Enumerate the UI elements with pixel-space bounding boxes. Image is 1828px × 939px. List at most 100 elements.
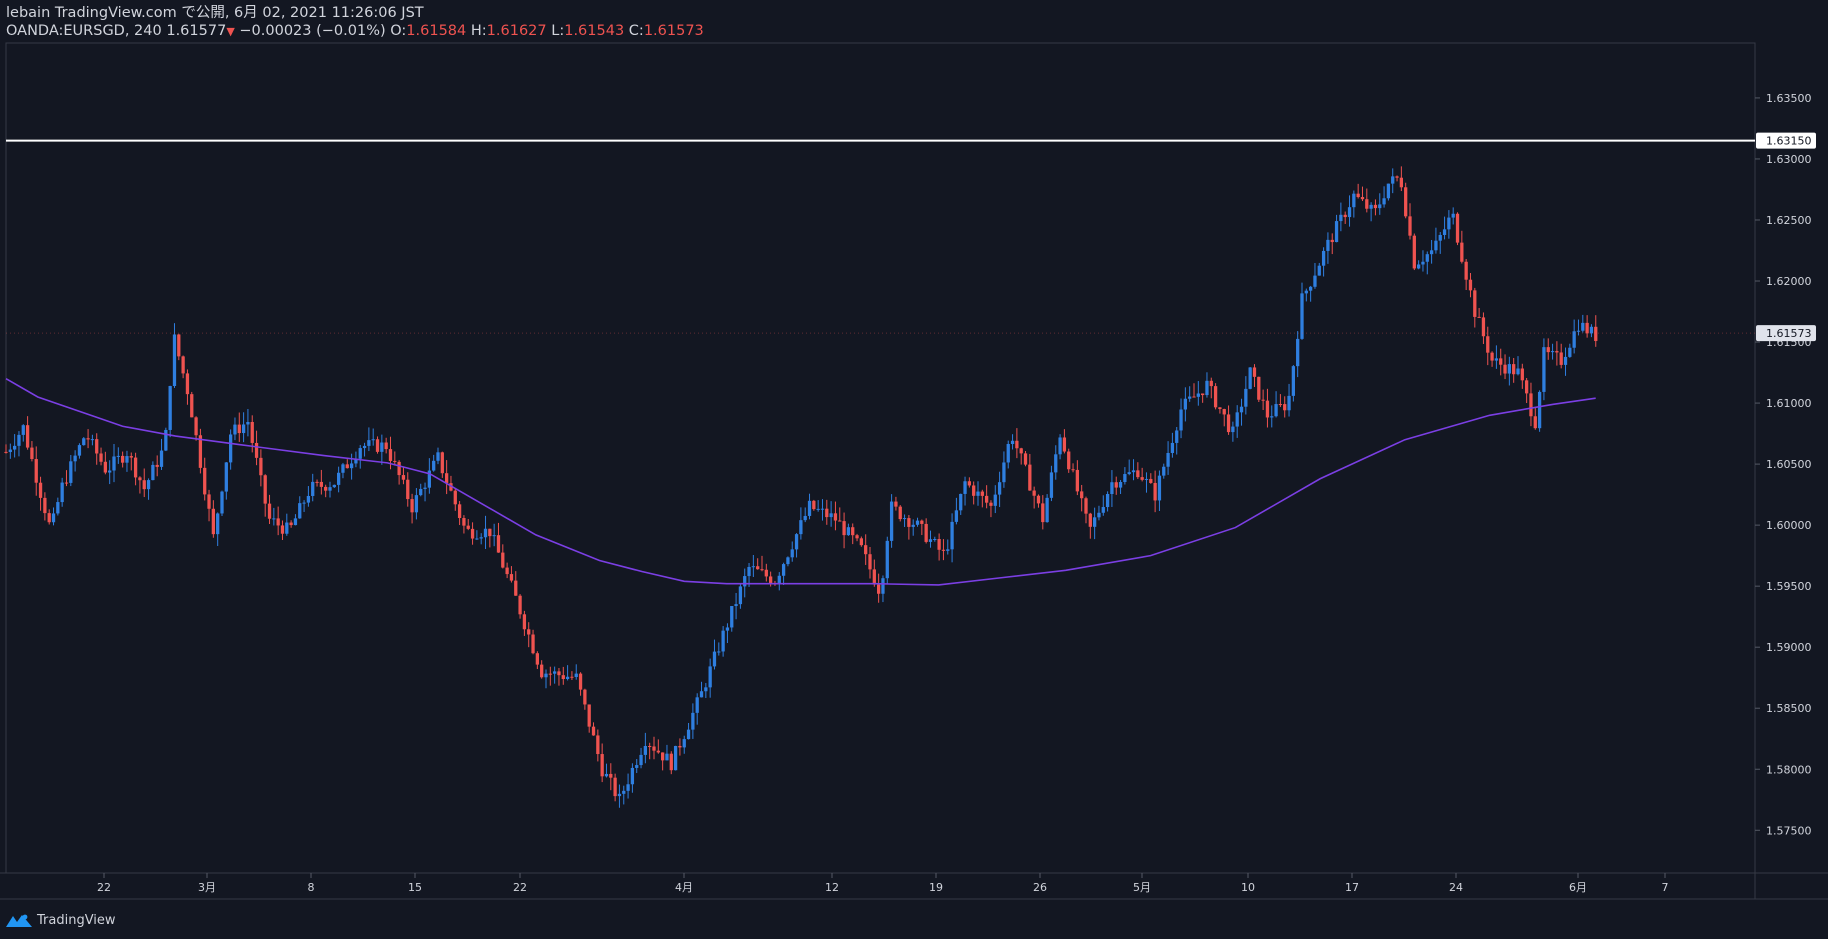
candle [989,500,993,518]
candle [1537,390,1542,432]
candle-body [717,651,721,653]
candle-body [665,753,669,761]
candle [453,488,457,511]
candle [401,466,406,485]
candle [324,484,328,498]
candle [833,501,838,531]
candle-body [803,515,807,521]
candle-body [591,726,596,736]
candle [509,566,514,583]
candle [1110,470,1114,507]
candle-body [237,424,241,434]
price-chart[interactable]: 1.57500 1.58000 1.58500 1.59000 1.59500 1.600… [0,0,1828,939]
candle [1490,351,1494,367]
candle-body [907,518,911,527]
candle [99,447,103,466]
candle-body [1537,391,1542,429]
candle [997,471,1002,508]
candle-body [509,574,514,581]
candle-body [1334,221,1339,243]
candle [406,472,410,507]
candle [993,485,997,514]
candle [794,533,799,558]
candle-body [781,564,786,576]
candle [263,474,267,517]
candle-body [1032,490,1036,496]
candle-body [21,425,25,435]
candle [332,484,336,488]
candle-body [876,584,881,594]
candle [721,626,725,657]
candle [1373,199,1378,216]
candle-body [25,425,30,448]
candle-body [1434,240,1438,251]
candle-body [1559,352,1563,365]
time-tick-label: 17 [1345,881,1359,894]
candle-body [669,753,673,771]
candle [1563,347,1568,376]
candle [1270,405,1274,428]
candle [444,460,449,495]
candle-body [1473,290,1477,317]
candle [1447,210,1451,239]
candle-body [444,473,449,484]
candle-body [643,746,648,755]
time-tick-label: 8 [308,881,315,894]
candle-body [82,438,86,446]
candle [375,436,380,454]
candle [868,547,872,579]
candle [211,500,216,538]
candle-body [1205,380,1209,396]
candle-body [1429,250,1434,255]
candle [1045,494,1049,523]
candle-body [682,739,686,748]
candle-body [1412,235,1416,269]
candle [1468,272,1473,298]
candle-body [86,438,90,440]
candle-body [708,666,712,688]
candle-body [414,495,419,513]
candle-body [1352,193,1356,208]
candle-body [686,729,691,740]
candle-body [1442,229,1447,235]
candle-body [1503,364,1507,374]
candle [617,784,622,808]
candle-body [1386,183,1391,199]
candle [1175,426,1179,455]
candle-body [315,481,319,483]
candle-body [349,463,354,469]
candle [1451,207,1455,225]
price-tick-label: 1.63000 [1766,153,1812,166]
candle [1291,365,1296,402]
candle-body [43,497,47,514]
candle [820,499,825,521]
candle [578,672,583,696]
candle-body [950,521,954,550]
candle-body [1494,358,1499,361]
candle-body [1287,395,1291,411]
candle [1529,382,1533,427]
candle [470,522,475,545]
candle-body [423,487,427,489]
candle [311,473,315,502]
level-price-label: 1.63150 [1766,135,1812,148]
candle [540,660,544,679]
candle-body [941,549,946,551]
candle-body [1594,326,1598,342]
candle [440,451,444,478]
candle [168,385,172,438]
candle-body [1127,472,1131,475]
candle [432,454,436,472]
candle [1481,312,1486,344]
candle [233,417,237,441]
candle [1075,460,1080,496]
candle [1369,202,1373,222]
candle-body [617,793,622,797]
candle [414,488,419,520]
candle-body [1373,204,1378,209]
candle [462,515,466,534]
candle [712,639,717,670]
footer-brand[interactable]: TradingView [6,910,116,930]
candle [760,555,764,572]
candle [1136,462,1140,479]
